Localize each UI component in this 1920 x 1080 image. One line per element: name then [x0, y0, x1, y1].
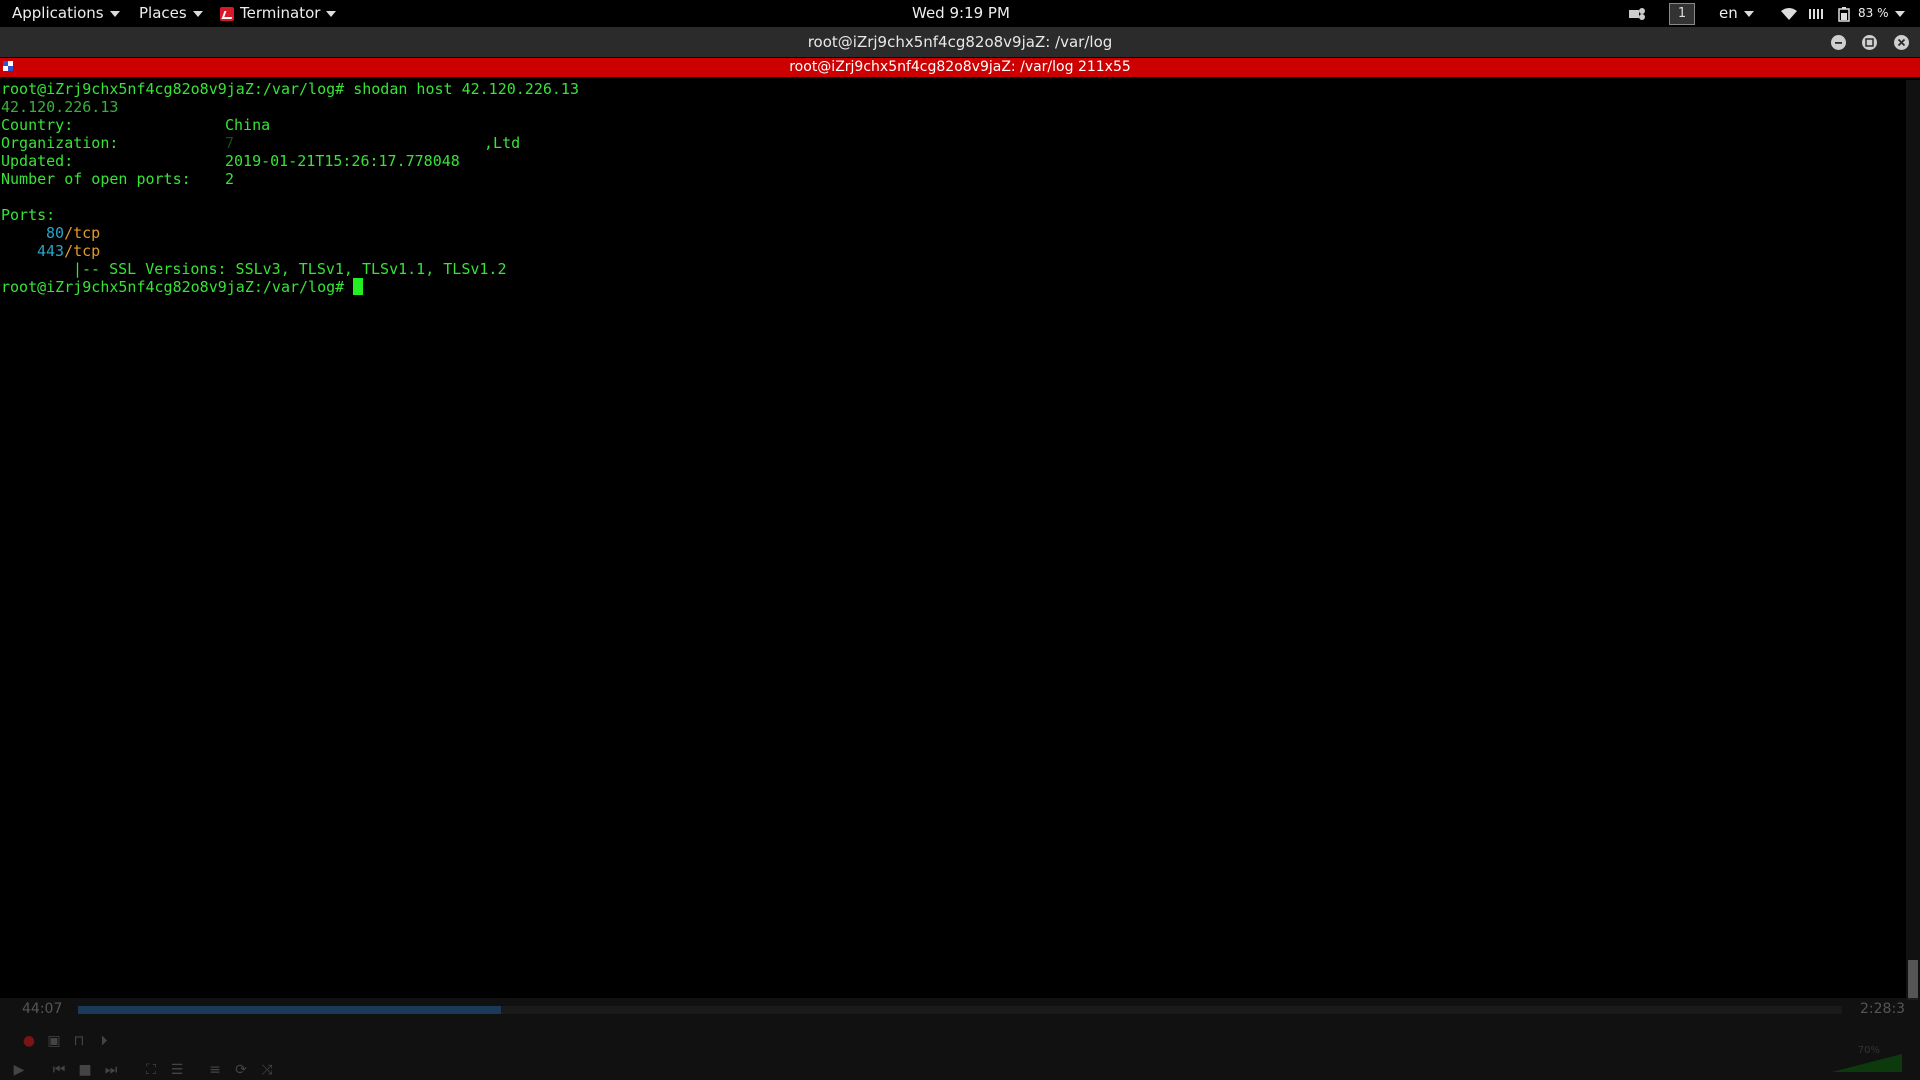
- volume-level: 70%: [1857, 1045, 1880, 1056]
- terminator-label: Terminator: [240, 4, 321, 22]
- record-button[interactable]: ●: [18, 1032, 40, 1050]
- window-title: root@iZrj9chx5nf4cg82o8v9jaZ: /var/log: [807, 33, 1113, 51]
- elapsed-time: 44:07: [22, 1001, 63, 1017]
- language-label: en: [1719, 4, 1738, 22]
- battery-menu[interactable]: 83 %: [1838, 0, 1905, 27]
- video-player-controls: 44:07 2:28:3 ● ▣ ⊓ ⏵ ▶ ⏮ ■ ⏭ ⛶ ☰ ≡ ⟳ ⤨ 7…: [0, 998, 1920, 1080]
- organization-prefix: 7: [225, 134, 235, 152]
- extended-settings-button[interactable]: ☰: [166, 1061, 188, 1079]
- ssl-versions-line: |-- SSL Versions: SSLv3, TLSv1, TLSv1.1,…: [73, 260, 507, 278]
- port-number: 80: [46, 224, 65, 242]
- chevron-down-icon: [1743, 10, 1754, 17]
- volume-slider[interactable]: [1832, 1054, 1902, 1072]
- previous-button[interactable]: ⏮: [48, 1061, 70, 1079]
- maximize-icon: [1865, 38, 1874, 47]
- chevron-down-icon: [1894, 10, 1905, 17]
- terminal-scrollbar[interactable]: [1906, 80, 1920, 1000]
- applications-menu[interactable]: Applications: [12, 0, 120, 27]
- organization-suffix: ,Ltd: [484, 134, 521, 152]
- port-number: 443: [37, 242, 65, 260]
- volume-icon[interactable]: [1808, 0, 1824, 27]
- snapshot-button[interactable]: ▣: [43, 1032, 65, 1050]
- maximize-button[interactable]: [1862, 35, 1877, 50]
- battery-percent: 83 %: [1858, 6, 1889, 20]
- workspace-number: 1: [1669, 2, 1695, 25]
- battery-icon: [1838, 6, 1850, 22]
- pane-title: root@iZrj9chx5nf4cg82o8v9jaZ: /var/log 2…: [789, 59, 1131, 75]
- chevron-down-icon: [326, 10, 337, 17]
- stop-button[interactable]: ■: [74, 1061, 96, 1079]
- port-line: 80/tcp: [46, 224, 100, 242]
- wifi-icon[interactable]: [1780, 0, 1798, 27]
- text-cursor: [353, 278, 364, 295]
- prompt: root@iZrj9chx5nf4cg82o8v9jaZ:/var/log#: [1, 80, 354, 98]
- ports-label: Ports:: [1, 206, 56, 224]
- seek-progress: [78, 1006, 502, 1014]
- applications-label: Applications: [12, 4, 104, 22]
- port-protocol: /tcp: [64, 242, 101, 260]
- open-ports-label: Number of open ports:: [1, 170, 191, 188]
- minimize-icon: [1835, 42, 1842, 44]
- places-label: Places: [139, 4, 187, 22]
- language-menu[interactable]: en: [1719, 0, 1754, 27]
- command-line: root@iZrj9chx5nf4cg82o8v9jaZ:/var/log# s…: [1, 80, 579, 98]
- prompt-line[interactable]: root@iZrj9chx5nf4cg82o8v9jaZ:/var/log#: [1, 278, 364, 296]
- workspace-indicator[interactable]: 1: [1669, 0, 1695, 27]
- updated-label: Updated:: [1, 152, 74, 170]
- updated-value: 2019-01-21T15:26:17.778048: [225, 152, 460, 170]
- frame-step-button[interactable]: ⏵: [93, 1032, 115, 1050]
- top-panel: Applications Places Terminator Wed 9:19 …: [0, 0, 1920, 27]
- total-time: 2:28:3: [1860, 1001, 1906, 1017]
- terminator-icon: [220, 6, 234, 21]
- terminator-app-menu[interactable]: Terminator: [220, 0, 337, 27]
- clock[interactable]: Wed 9:19 PM: [912, 0, 1010, 27]
- open-ports-value: 2: [225, 170, 235, 188]
- organization-label: Organization:: [1, 134, 119, 152]
- close-button[interactable]: [1894, 35, 1909, 50]
- prompt: root@iZrj9chx5nf4cg82o8v9jaZ:/var/log#: [1, 278, 354, 296]
- port-protocol: /tcp: [64, 224, 101, 242]
- pane-titlebar[interactable]: root@iZrj9chx5nf4cg82o8v9jaZ: /var/log 2…: [0, 58, 1920, 77]
- screen-share-icon[interactable]: [1628, 0, 1646, 27]
- scrollbar-thumb[interactable]: [1908, 960, 1918, 1000]
- terminal-output[interactable]: root@iZrj9chx5nf4cg82o8v9jaZ:/var/log# s…: [0, 80, 1906, 1000]
- organization-value: 7 ,Ltd: [225, 134, 520, 152]
- playlist-button[interactable]: ≡: [204, 1061, 226, 1079]
- next-button[interactable]: ⏭: [100, 1061, 122, 1079]
- command: shodan host 42.120.226.13: [353, 80, 579, 98]
- fullscreen-button[interactable]: ⛶: [140, 1061, 162, 1079]
- country-label: Country:: [1, 116, 74, 134]
- ip-line: 42.120.226.13: [1, 98, 119, 116]
- places-menu[interactable]: Places: [139, 0, 203, 27]
- window-titlebar[interactable]: root@iZrj9chx5nf4cg82o8v9jaZ: /var/log: [0, 27, 1920, 57]
- close-icon: [1897, 38, 1906, 47]
- country-value: China: [225, 116, 271, 134]
- clock-label: Wed 9:19 PM: [912, 4, 1010, 22]
- loop-ab-button[interactable]: ⊓: [68, 1032, 90, 1050]
- loop-button[interactable]: ⟳: [230, 1061, 252, 1079]
- port-line: 443/tcp: [37, 242, 100, 260]
- minimize-button[interactable]: [1831, 35, 1846, 50]
- shuffle-button[interactable]: ⤨: [256, 1061, 278, 1079]
- chevron-down-icon: [192, 10, 203, 17]
- seek-bar[interactable]: [78, 1006, 1842, 1014]
- play-button[interactable]: ▶: [8, 1061, 30, 1079]
- chevron-down-icon: [109, 10, 120, 17]
